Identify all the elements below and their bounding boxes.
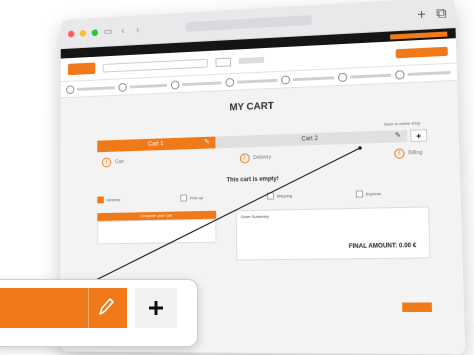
site-search-input[interactable]	[102, 58, 208, 73]
category-icon	[225, 77, 235, 87]
search-button[interactable]	[215, 57, 232, 67]
add-product-input[interactable]	[97, 218, 217, 245]
zoom-callout	[0, 279, 198, 347]
close-dot[interactable]	[68, 30, 75, 38]
checkbox[interactable]	[180, 194, 188, 202]
page-title: MY CART	[229, 100, 274, 114]
option-pickup[interactable]: Pick-up	[180, 193, 249, 202]
category-icon	[395, 69, 405, 80]
nav-item[interactable]	[66, 82, 115, 94]
nav-item[interactable]	[225, 75, 278, 87]
step-delivery: 2 Delivery	[239, 153, 271, 164]
new-tab-icon[interactable]: +	[417, 5, 426, 23]
pencil-icon[interactable]	[97, 296, 115, 318]
add-cart-button[interactable]	[135, 288, 177, 328]
checkout-steps: 1 Cart 2 Delivery 3 Billing	[101, 148, 423, 168]
nav-item[interactable]	[337, 70, 392, 82]
category-icon	[171, 79, 180, 90]
header-cart-button[interactable]	[395, 46, 448, 58]
tab-cart-1[interactable]: Cart 1 ✎	[97, 136, 216, 153]
plus-icon	[149, 301, 163, 315]
final-amount: FINAL AMOUNT: 0.00 €	[348, 242, 417, 251]
header-info	[238, 56, 265, 65]
empty-cart-message: This cart is empty!	[226, 176, 279, 184]
address-bar[interactable]	[185, 15, 312, 32]
summary-title: Order Summary	[240, 213, 269, 220]
category-icon	[66, 84, 75, 94]
nav-item[interactable]	[118, 80, 168, 92]
zoom-dot[interactable]	[91, 28, 99, 36]
back-icon[interactable]: ‹	[118, 25, 127, 36]
cart-lower: Complete your cart Order Summary FINAL A…	[97, 206, 431, 262]
site-logo[interactable]	[67, 62, 96, 76]
checkbox[interactable]	[97, 196, 104, 204]
add-cart-button[interactable]: +	[410, 129, 428, 143]
category-icon	[337, 72, 347, 82]
option-shipping[interactable]: Shipping	[266, 191, 338, 200]
topbar-accent	[390, 30, 448, 40]
sidebar-icon[interactable]: ▭	[104, 26, 113, 37]
delivery-options: Delivery Pick-up Shipping Express	[97, 189, 428, 204]
next-button[interactable]	[402, 302, 433, 312]
checkbox[interactable]	[355, 190, 363, 198]
cart-tab-zoomed[interactable]	[0, 288, 127, 328]
checkbox[interactable]	[266, 192, 274, 200]
pencil-icon[interactable]: ✎	[395, 130, 401, 142]
step-cart: 1 Cart	[101, 157, 124, 168]
tab-cart-2[interactable]: Cart 2 ✎	[215, 129, 408, 149]
tab-label: Cart 1	[147, 141, 164, 148]
forward-icon[interactable]: ›	[133, 24, 142, 35]
tabs-overview-icon[interactable]: ⧉	[436, 4, 447, 22]
nav-item[interactable]	[395, 67, 451, 80]
nav-item[interactable]	[171, 78, 222, 90]
order-summary: Order Summary FINAL AMOUNT: 0.00 €	[235, 206, 431, 261]
tab-divider	[88, 288, 89, 328]
option-delivery[interactable]: Delivery	[97, 195, 163, 204]
tab-label: Cart 2	[301, 135, 318, 143]
category-icon	[280, 74, 290, 85]
add-product-box: Complete your cart	[97, 210, 217, 262]
category-icon	[118, 82, 127, 92]
pencil-icon[interactable]: ✎	[204, 137, 210, 149]
minimize-dot[interactable]	[79, 29, 87, 37]
step-billing: 3 Billing	[393, 148, 423, 159]
option-express[interactable]: Express	[355, 189, 429, 198]
nav-item[interactable]	[280, 72, 334, 85]
